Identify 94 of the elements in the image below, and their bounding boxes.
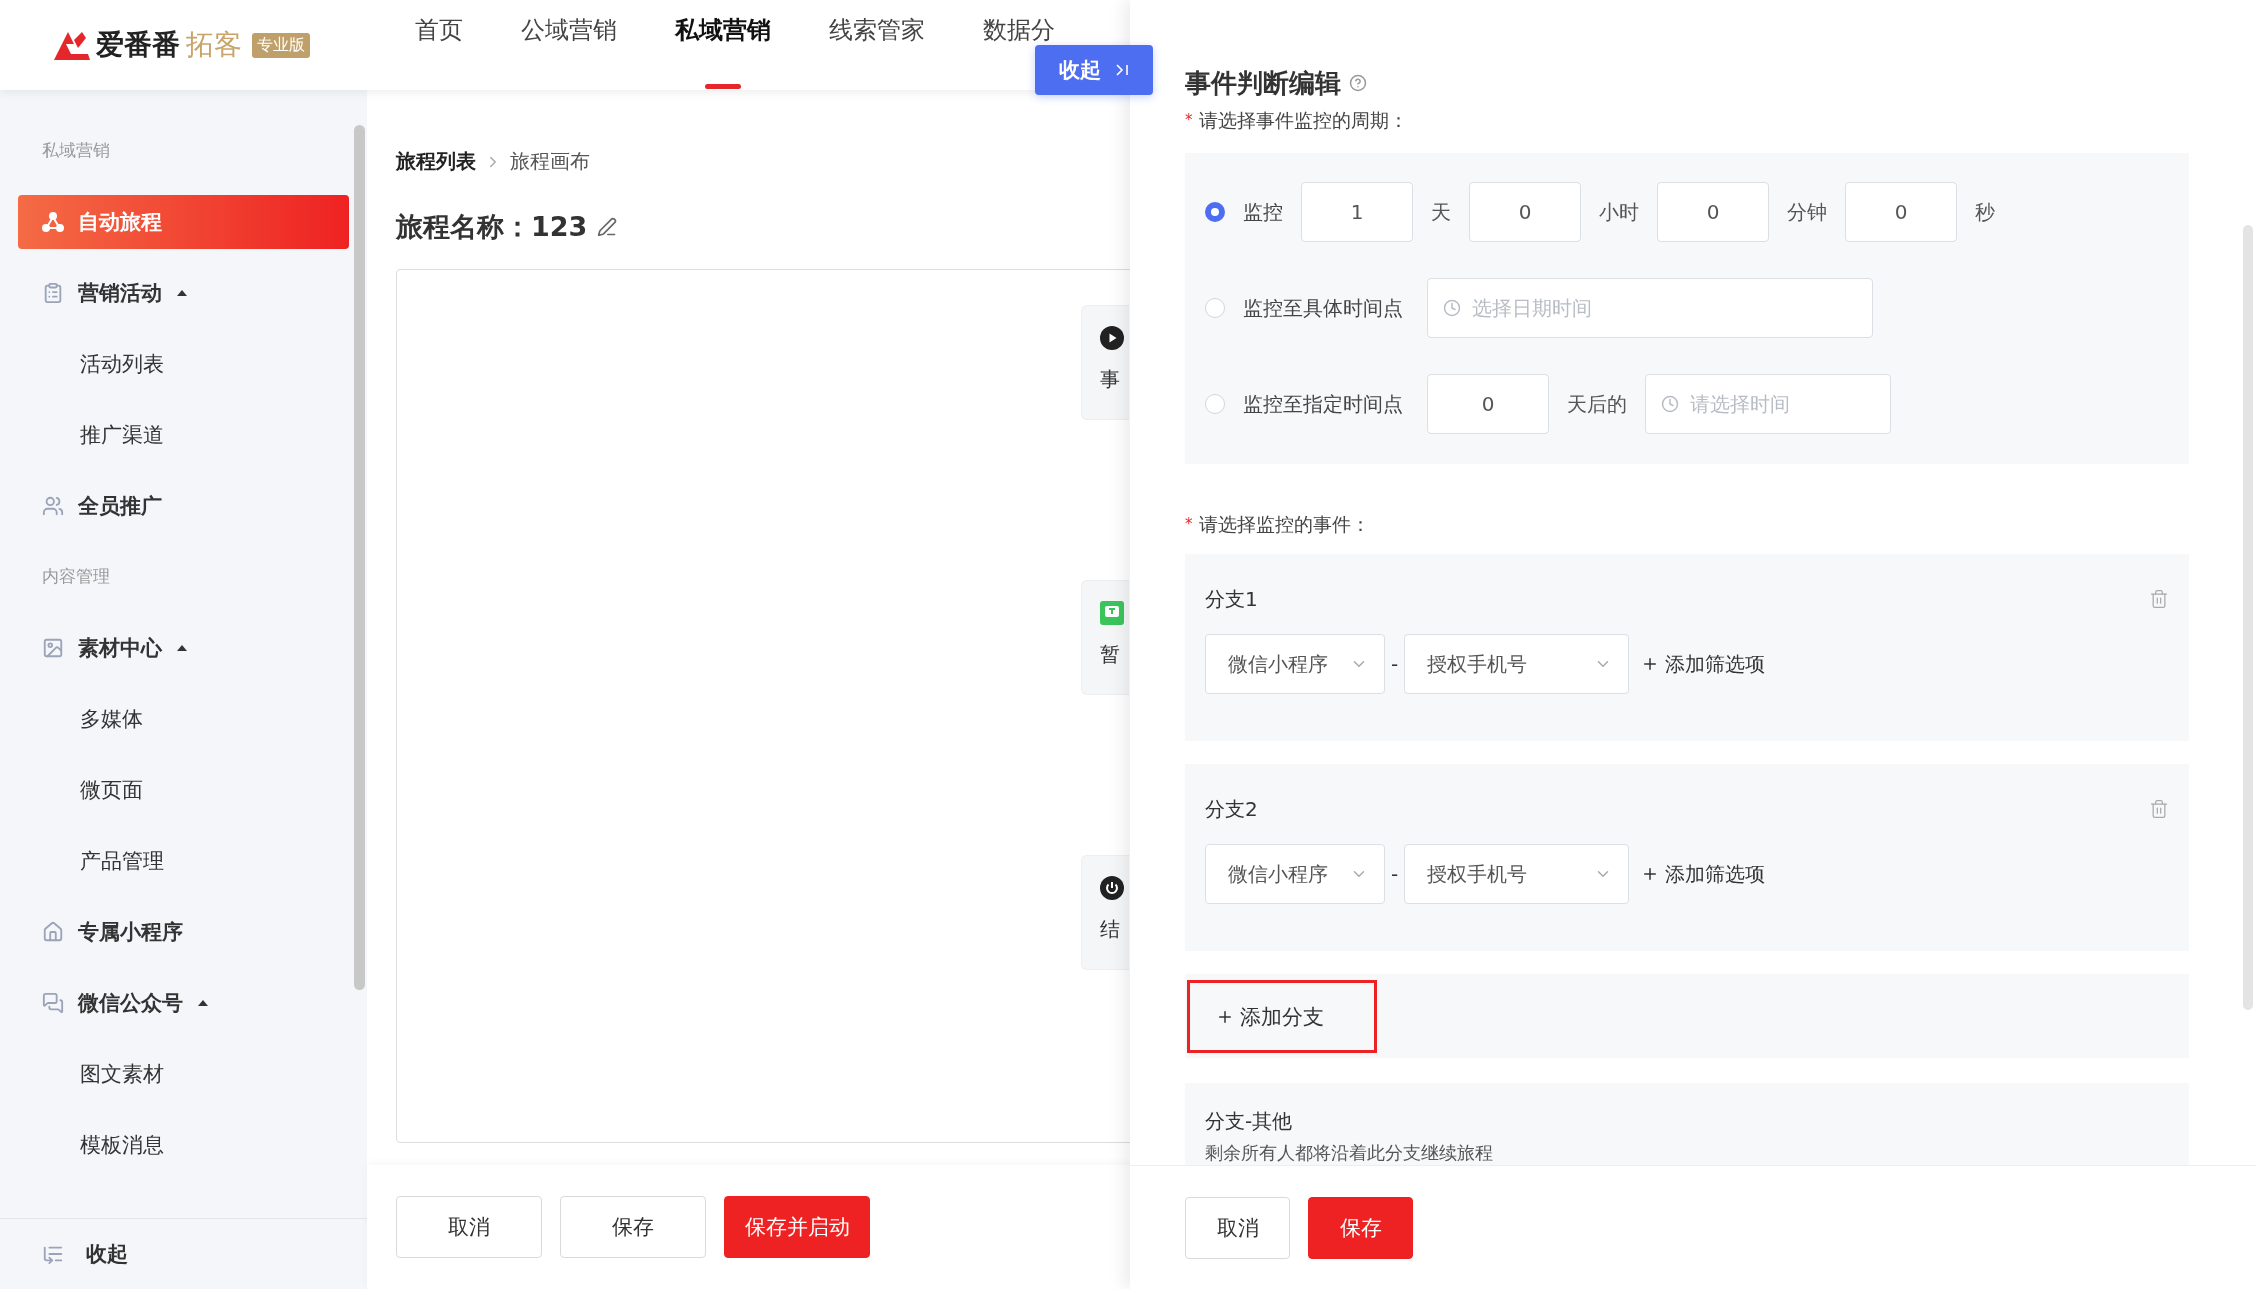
play-icon	[1100, 326, 1124, 350]
source-select[interactable]: 微信小程序	[1205, 844, 1385, 904]
sidebar-item[interactable]: 活动列表	[18, 336, 349, 391]
field-label: 请选择事件监控的周期：	[1198, 108, 1408, 132]
clock-icon	[1661, 395, 1679, 413]
help-icon[interactable]	[1349, 74, 1367, 92]
event-select[interactable]: 授权手机号	[1404, 634, 1630, 694]
node-label: 事	[1100, 366, 1120, 393]
collapse-drawer-button[interactable]: 收起	[1035, 45, 1153, 95]
sidebar-item[interactable]: 微信公众号	[18, 975, 349, 1030]
image-icon	[42, 636, 64, 659]
footer-button[interactable]: 取消	[396, 1196, 542, 1258]
unit-label: 天后的	[1567, 390, 1627, 418]
nav-tab[interactable]: 首页	[415, 16, 463, 44]
product-name: 拓客	[186, 27, 242, 63]
add-filter-link[interactable]: 添加筛选项	[1641, 860, 1766, 888]
breadcrumb-link[interactable]: 旅程画布	[510, 148, 590, 175]
sidebar-item[interactable]: 专属小程序	[18, 904, 349, 959]
option-label: 监控至指定时间点	[1243, 390, 1404, 418]
drawer-title: 事件判断编辑	[1185, 66, 1341, 100]
nav-tab[interactable]: 私域营销	[675, 16, 771, 44]
scrollbar-thumb[interactable]	[354, 125, 365, 990]
nodes-icon	[42, 210, 64, 233]
sidebar-item[interactable]: 推广渠道	[18, 407, 349, 462]
unit-label: 分钟	[1787, 198, 1827, 226]
branch-title: 分支-其他	[1205, 1109, 1294, 1133]
brand-name: 爱番番	[96, 27, 180, 63]
power-icon	[1100, 876, 1124, 900]
trash-icon[interactable]	[2149, 799, 2169, 819]
edit-icon[interactable]	[597, 217, 618, 237]
number-field[interactable]: 0	[1427, 374, 1549, 434]
sidebar-item[interactable]: 全员推广	[18, 478, 349, 533]
field-label: 请选择监控的事件：	[1198, 512, 1370, 536]
sidebar-item[interactable]: 微页面	[18, 762, 349, 817]
unit-label: 秒	[1975, 198, 1995, 226]
unit-label: 天	[1431, 198, 1451, 226]
save-and-start-button[interactable]: 保存并启动	[724, 1196, 870, 1258]
clock-icon	[1443, 299, 1461, 317]
caret-icon	[176, 288, 188, 297]
message-icon	[1100, 601, 1124, 625]
breadcrumb-link[interactable]: 旅程列表	[396, 148, 476, 175]
option-label: 监控	[1243, 198, 1283, 226]
trash-icon[interactable]	[2149, 589, 2169, 609]
unit-label: 小时	[1599, 198, 1639, 226]
flow-node[interactable]: 结	[1081, 855, 1129, 970]
node-label: 结	[1100, 916, 1120, 943]
collapse-right-icon	[1115, 63, 1129, 77]
number-field[interactable]: 1	[1301, 182, 1413, 242]
number-field[interactable]: 0	[1469, 182, 1581, 242]
save-button[interactable]: 保存	[1308, 1196, 1413, 1259]
house-icon	[42, 920, 64, 943]
number-field[interactable]: 0	[1845, 182, 1957, 242]
time-field[interactable]: 请选择时间	[1645, 374, 1891, 434]
flow-node[interactable]: 事	[1081, 305, 1129, 420]
caret-icon	[197, 998, 209, 1007]
datetime-field[interactable]: 选择日期时间	[1427, 278, 1873, 338]
separator: -	[1391, 862, 1399, 886]
branch-title: 分支2	[1205, 797, 1258, 821]
branch-title: 分支1	[1205, 587, 1258, 611]
sidebar-item[interactable]: 素材中心	[18, 620, 349, 675]
edition-badge: 专业版	[252, 32, 310, 58]
add-filter-link[interactable]: 添加筛选项	[1641, 650, 1766, 678]
node-label: 暂	[1100, 641, 1120, 668]
section-title: 内容管理	[41, 565, 111, 588]
nav-tab[interactable]: 线索管家	[829, 16, 925, 44]
collapse-button[interactable]: 收起	[0, 1218, 367, 1289]
separator: -	[1391, 652, 1399, 676]
nav-tab[interactable]: 公域营销	[521, 16, 617, 44]
required-mark: *	[1185, 110, 1193, 131]
branch-description: 剩余所有人都将沿着此分支继续旅程	[1205, 1141, 1494, 1165]
sidebar-item[interactable]: 图文素材	[18, 1046, 349, 1101]
caret-icon	[176, 643, 188, 652]
journey-title: 旅程名称：123	[396, 210, 588, 244]
flow-node[interactable]: 暂	[1081, 580, 1129, 695]
clipboard-icon	[42, 281, 64, 304]
radio-button[interactable]	[1205, 202, 1225, 222]
source-select[interactable]: 微信小程序	[1205, 634, 1385, 694]
option-label: 监控至具体时间点	[1243, 294, 1404, 322]
footer-button[interactable]: 保存	[560, 1196, 706, 1258]
section-title: 私域营销	[41, 139, 111, 162]
sidebar-item[interactable]: 产品管理	[18, 833, 349, 888]
people-icon	[42, 494, 64, 517]
cancel-button[interactable]: 取消	[1185, 1196, 1290, 1259]
required-mark: *	[1185, 514, 1193, 535]
sidebar-item[interactable]: 多媒体	[18, 691, 349, 746]
event-select[interactable]: 授权手机号	[1404, 844, 1630, 904]
active-tab-indicator	[705, 84, 741, 89]
add-branch-button[interactable]: 添加分支	[1187, 980, 1377, 1053]
sidebar-item[interactable]: 模板消息	[18, 1117, 349, 1172]
sidebar-item[interactable]: 营销活动	[18, 265, 349, 320]
nav-tab[interactable]: 数据分	[983, 16, 1055, 44]
chat-bubbles-icon	[42, 991, 64, 1014]
number-field[interactable]: 0	[1657, 182, 1769, 242]
scrollbar-thumb[interactable]	[2243, 225, 2253, 1010]
